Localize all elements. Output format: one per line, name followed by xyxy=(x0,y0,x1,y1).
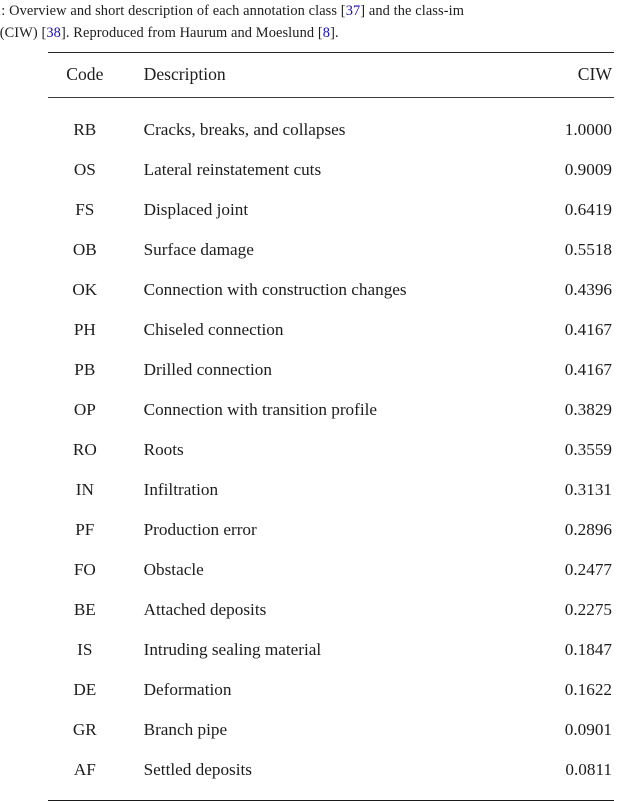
table-row: FOObstacle0.2477 xyxy=(48,550,614,590)
cell-description: Obstacle xyxy=(122,550,473,590)
annotation-class-table: Code Description CIW RBCracks, breaks, a… xyxy=(48,52,614,801)
cell-ciw: 0.9009 xyxy=(473,150,614,190)
table-row: AFSettled deposits0.0811 xyxy=(48,750,614,801)
cell-description: Infiltration xyxy=(122,470,473,510)
cell-description: Cracks, breaks, and collapses xyxy=(122,98,473,150)
cell-code: OB xyxy=(48,230,122,270)
table-header: Code Description CIW xyxy=(48,53,614,99)
cell-ciw: 0.5518 xyxy=(473,230,614,270)
cell-code: PB xyxy=(48,350,122,390)
cell-ciw: 0.4396 xyxy=(473,270,614,310)
cell-code: AF xyxy=(48,750,122,801)
cell-ciw: 0.0901 xyxy=(473,710,614,750)
column-header-code: Code xyxy=(48,53,122,98)
cell-code: IS xyxy=(48,630,122,670)
cell-ciw: 0.2896 xyxy=(473,510,614,550)
cell-code: IN xyxy=(48,470,122,510)
cell-code: FO xyxy=(48,550,122,590)
cell-code: DE xyxy=(48,670,122,710)
cell-ciw: 0.4167 xyxy=(473,350,614,390)
cell-ciw: 1.0000 xyxy=(473,98,614,150)
cell-code: RO xyxy=(48,430,122,470)
table-header-row: Code Description CIW xyxy=(48,53,614,98)
cell-description: Deformation xyxy=(122,670,473,710)
cell-code: PF xyxy=(48,510,122,550)
caption-line2-text-before-citation: s(CIW) xyxy=(0,25,41,41)
cell-description: Drilled connection xyxy=(122,350,473,390)
cell-code: RB xyxy=(48,98,122,150)
table-row: OSLateral reinstatement cuts0.9009 xyxy=(48,150,614,190)
cell-code: OS xyxy=(48,150,122,190)
table-row: OBSurface damage0.5518 xyxy=(48,230,614,270)
cell-description: Attached deposits xyxy=(122,590,473,630)
table-row: BEAttached deposits0.2275 xyxy=(48,590,614,630)
table-row: DEDeformation0.1622 xyxy=(48,670,614,710)
cell-ciw: 0.1622 xyxy=(473,670,614,710)
table-row: GRBranch pipe0.0901 xyxy=(48,710,614,750)
cell-ciw: 0.3559 xyxy=(473,430,614,470)
cell-description: Intruding sealing material xyxy=(122,630,473,670)
cell-ciw: 0.0811 xyxy=(473,750,614,801)
cell-ciw: 0.1847 xyxy=(473,630,614,670)
cell-code: BE xyxy=(48,590,122,630)
table-row: RBCracks, breaks, and collapses1.0000 xyxy=(48,98,614,150)
cell-description: Production error xyxy=(122,510,473,550)
table-row: PHChiseled connection0.4167 xyxy=(48,310,614,350)
citation-link-8[interactable]: 8 xyxy=(323,25,330,41)
cell-code: OP xyxy=(48,390,122,430)
cell-description: Lateral reinstatement cuts xyxy=(122,150,473,190)
cell-description: Chiseled connection xyxy=(122,310,473,350)
table-row: PFProduction error0.2896 xyxy=(48,510,614,550)
table-row: OPConnection with transition profile0.38… xyxy=(48,390,614,430)
cell-ciw: 0.4167 xyxy=(473,310,614,350)
table-body: RBCracks, breaks, and collapses1.0000OSL… xyxy=(48,98,614,801)
caption-line2-text-middle: . Reproduced from Haurum and Moeslund xyxy=(66,25,318,41)
cell-description: Displaced joint xyxy=(122,190,473,230)
cell-ciw: 0.3131 xyxy=(473,470,614,510)
cell-ciw: 0.2477 xyxy=(473,550,614,590)
citation-link-38[interactable]: 38 xyxy=(46,25,61,41)
cell-code: FS xyxy=(48,190,122,230)
caption-line-2: s(CIW) [38]. Reproduced from Haurum and … xyxy=(0,22,640,44)
caption-line2-text-end: . xyxy=(335,25,339,41)
cell-code: PH xyxy=(48,310,122,350)
cell-description: Connection with transition profile xyxy=(122,390,473,430)
caption-line-1: 1: Overview and short description of eac… xyxy=(0,0,640,22)
table-row: OKConnection with construction changes0.… xyxy=(48,270,614,310)
cell-description: Settled deposits xyxy=(122,750,473,801)
table-caption: 1: Overview and short description of eac… xyxy=(0,0,640,44)
cell-ciw: 0.3829 xyxy=(473,390,614,430)
table-row: FSDisplaced joint0.6419 xyxy=(48,190,614,230)
cell-description: Roots xyxy=(122,430,473,470)
table-row: ISIntruding sealing material0.1847 xyxy=(48,630,614,670)
cell-code: OK xyxy=(48,270,122,310)
column-header-description: Description xyxy=(122,53,473,98)
annotation-class-table-container: Code Description CIW RBCracks, breaks, a… xyxy=(48,52,614,801)
table-row: INInfiltration0.3131 xyxy=(48,470,614,510)
table-row: PBDrilled connection0.4167 xyxy=(48,350,614,390)
cell-ciw: 0.2275 xyxy=(473,590,614,630)
cell-ciw: 0.6419 xyxy=(473,190,614,230)
caption-line1-text-before-citation: 1: Overview and short description of eac… xyxy=(0,3,341,19)
cell-code: GR xyxy=(48,710,122,750)
citation-link-37[interactable]: 37 xyxy=(346,3,361,19)
caption-line1-text-after-citation: and the class-im xyxy=(365,3,464,19)
cell-description: Branch pipe xyxy=(122,710,473,750)
document-page: 1: Overview and short description of eac… xyxy=(0,0,640,790)
cell-description: Surface damage xyxy=(122,230,473,270)
cell-description: Connection with construction changes xyxy=(122,270,473,310)
table-row: RORoots0.3559 xyxy=(48,430,614,470)
column-header-ciw: CIW xyxy=(473,53,614,98)
